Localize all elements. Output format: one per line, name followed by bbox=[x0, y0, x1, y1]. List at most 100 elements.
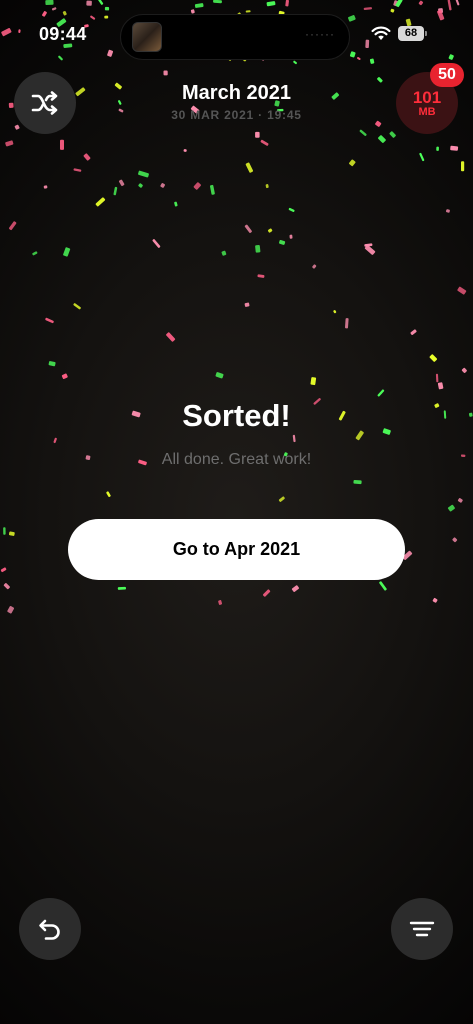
battery-indicator: 68 bbox=[398, 26, 424, 41]
confetti-piece bbox=[8, 221, 17, 231]
confetti-piece bbox=[410, 329, 417, 335]
confetti-piece bbox=[379, 581, 387, 591]
confetti-piece bbox=[364, 245, 376, 255]
confetti-piece bbox=[333, 310, 337, 314]
confetti-piece bbox=[288, 207, 295, 212]
confetti-piece bbox=[215, 372, 224, 379]
confetti-piece bbox=[193, 182, 201, 190]
confetti-piece bbox=[461, 367, 467, 373]
confetti-piece bbox=[260, 139, 269, 146]
storage-unit: MB bbox=[418, 105, 436, 118]
confetti-piece bbox=[289, 234, 293, 239]
confetti-piece bbox=[160, 183, 165, 188]
now-playing-thumbnail bbox=[132, 22, 162, 52]
confetti-piece bbox=[278, 240, 286, 245]
confetti-piece bbox=[14, 124, 20, 130]
confetti-piece bbox=[117, 586, 127, 590]
confetti-piece bbox=[455, 0, 460, 6]
confetti-piece bbox=[8, 531, 15, 536]
confetti-piece bbox=[3, 583, 10, 590]
confetti-piece bbox=[457, 498, 463, 503]
filter-button[interactable] bbox=[391, 898, 453, 960]
wifi-icon bbox=[371, 26, 391, 40]
confetti-piece bbox=[437, 9, 445, 21]
go-to-next-month-button[interactable]: Go to Apr 2021 bbox=[68, 519, 405, 580]
confetti-piece bbox=[450, 145, 459, 151]
confetti-piece bbox=[245, 162, 254, 173]
confetti-piece bbox=[278, 496, 285, 502]
confetti-piece bbox=[107, 49, 114, 57]
battery-cap bbox=[425, 31, 427, 36]
app-screen: 09:44 ······ 68 March 2021 30 MAR 2021 ·… bbox=[0, 0, 473, 1024]
filter-lines-icon bbox=[409, 921, 435, 937]
confetti-piece bbox=[257, 274, 265, 278]
confetti-piece bbox=[436, 146, 439, 151]
confetti-piece bbox=[365, 39, 370, 49]
confetti-piece bbox=[32, 251, 38, 256]
confetti-piece bbox=[60, 139, 64, 150]
confetti-piece bbox=[393, 0, 399, 7]
confetti-piece bbox=[448, 54, 454, 60]
confetti-piece bbox=[353, 479, 362, 485]
confetti-piece bbox=[73, 303, 81, 310]
confetti-piece bbox=[349, 159, 356, 167]
confetti-piece bbox=[118, 179, 125, 187]
confetti-piece bbox=[90, 15, 96, 20]
confetti-piece bbox=[63, 247, 71, 257]
confetti-piece bbox=[418, 0, 424, 6]
confetti-piece bbox=[262, 589, 271, 597]
confetti-piece bbox=[61, 373, 68, 380]
confetti-piece bbox=[310, 377, 317, 386]
confetti-piece bbox=[83, 153, 91, 161]
confetti-piece bbox=[174, 201, 178, 207]
confetti-piece bbox=[86, 0, 92, 6]
confetti-piece bbox=[447, 504, 455, 512]
confetti-piece bbox=[363, 7, 372, 11]
confetti-piece bbox=[7, 606, 15, 614]
confetti-piece bbox=[378, 135, 386, 143]
confetti-piece bbox=[138, 183, 143, 188]
confetti-piece bbox=[18, 29, 21, 33]
dynamic-island[interactable]: ······ bbox=[120, 14, 350, 60]
confetti-piece bbox=[432, 597, 438, 603]
confetti-piece bbox=[73, 168, 82, 172]
confetti-piece bbox=[438, 8, 444, 14]
confetti-piece bbox=[245, 10, 251, 13]
confetti-piece bbox=[209, 184, 215, 195]
confetti-piece bbox=[244, 302, 250, 307]
confetti-piece bbox=[183, 149, 187, 152]
confetti-piece bbox=[389, 131, 396, 138]
confetti-piece bbox=[166, 332, 176, 342]
confetti-piece bbox=[390, 8, 395, 13]
confetti-piece bbox=[244, 224, 252, 233]
confetti-piece bbox=[419, 152, 425, 162]
undo-button[interactable] bbox=[19, 898, 81, 960]
completion-message: All done. Great work! bbox=[161, 451, 312, 468]
confetti-piece bbox=[45, 317, 54, 324]
confetti-piece bbox=[106, 491, 111, 497]
confetti-piece bbox=[291, 585, 300, 592]
confetti-piece bbox=[445, 209, 450, 213]
confetti-piece bbox=[194, 3, 204, 8]
confetti-piece bbox=[437, 382, 444, 390]
status-time: 09:44 bbox=[39, 24, 87, 44]
confetti-piece bbox=[255, 244, 261, 253]
confetti-piece bbox=[435, 373, 439, 383]
confetti-piece bbox=[447, 0, 452, 11]
confetti-piece bbox=[95, 197, 106, 207]
confetti-piece bbox=[113, 186, 118, 196]
confetti-piece bbox=[0, 567, 7, 573]
confetti-piece bbox=[395, 0, 403, 8]
confetti-piece bbox=[213, 0, 222, 4]
deleted-count-badge: 50 bbox=[430, 63, 464, 87]
confetti-piece bbox=[359, 129, 367, 136]
confetti-piece bbox=[369, 58, 375, 64]
confetti-piece bbox=[163, 70, 168, 76]
confetti-piece bbox=[457, 286, 467, 295]
confetti-piece bbox=[62, 10, 67, 16]
confetti-piece bbox=[218, 600, 223, 605]
confetti-piece bbox=[48, 361, 56, 367]
confetti-piece bbox=[5, 140, 14, 147]
confetti-piece bbox=[104, 15, 109, 19]
confetti-piece bbox=[348, 15, 356, 22]
